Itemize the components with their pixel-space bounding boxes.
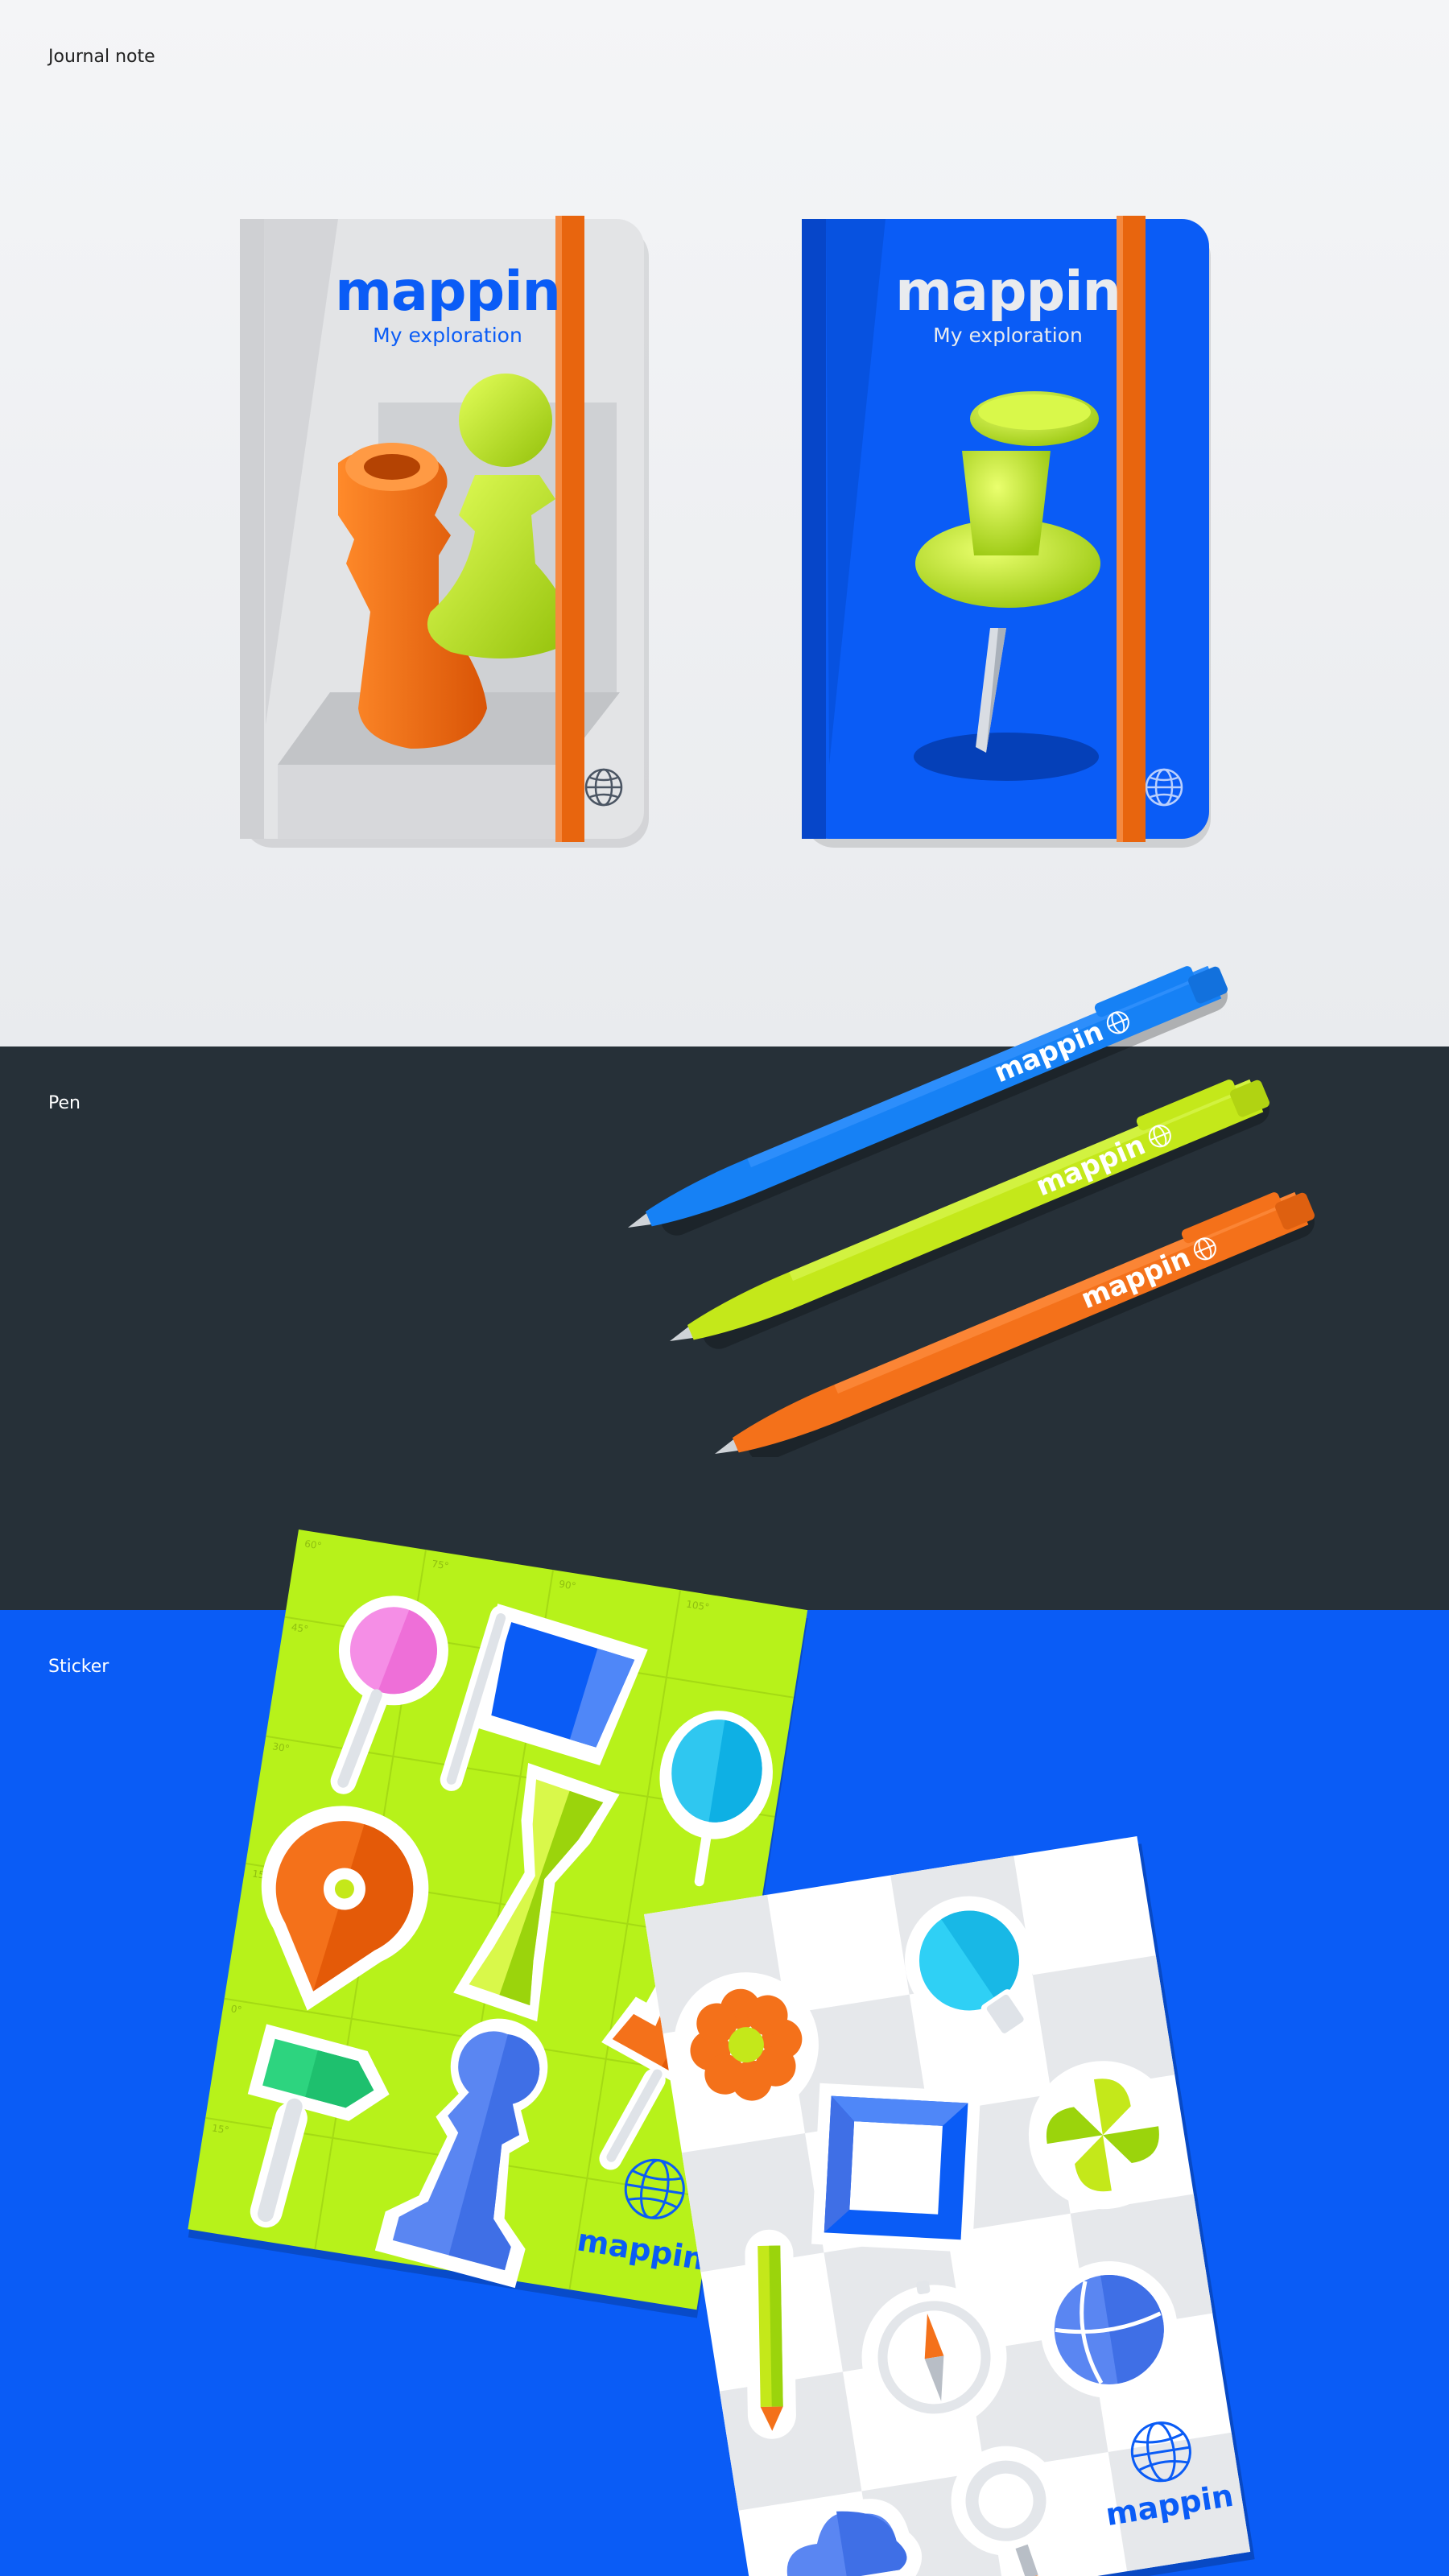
grid-label: 0°: [230, 2003, 243, 2016]
stickers-illustration: 60° 75° 90° 105° 45° 30° 15° 0° 15° mapp…: [188, 1530, 1255, 2576]
pens-illustration: mappin mappin mappin: [628, 965, 1315, 1457]
notebook-tagline: My exploration: [933, 324, 1083, 347]
pencil-icon: [745, 2229, 796, 2439]
journal-note-section: Journal note mappin My exploration mappi…: [0, 0, 1449, 1046]
notebook-brand: mappin: [335, 260, 560, 324]
pen-blue: mappin: [628, 965, 1228, 1236]
notebook-blue: mappin My exploration: [802, 216, 1211, 848]
notebook-light: mappin My exploration: [240, 216, 649, 848]
notebook-brand: mappin: [895, 260, 1121, 324]
sticker-sheet-white: mappin: [643, 1836, 1255, 2576]
notebooks-illustration: mappin My exploration mappin My explorat…: [240, 216, 1211, 848]
frame-icon: [811, 2083, 981, 2252]
notebook-tagline: My exploration: [373, 324, 522, 347]
